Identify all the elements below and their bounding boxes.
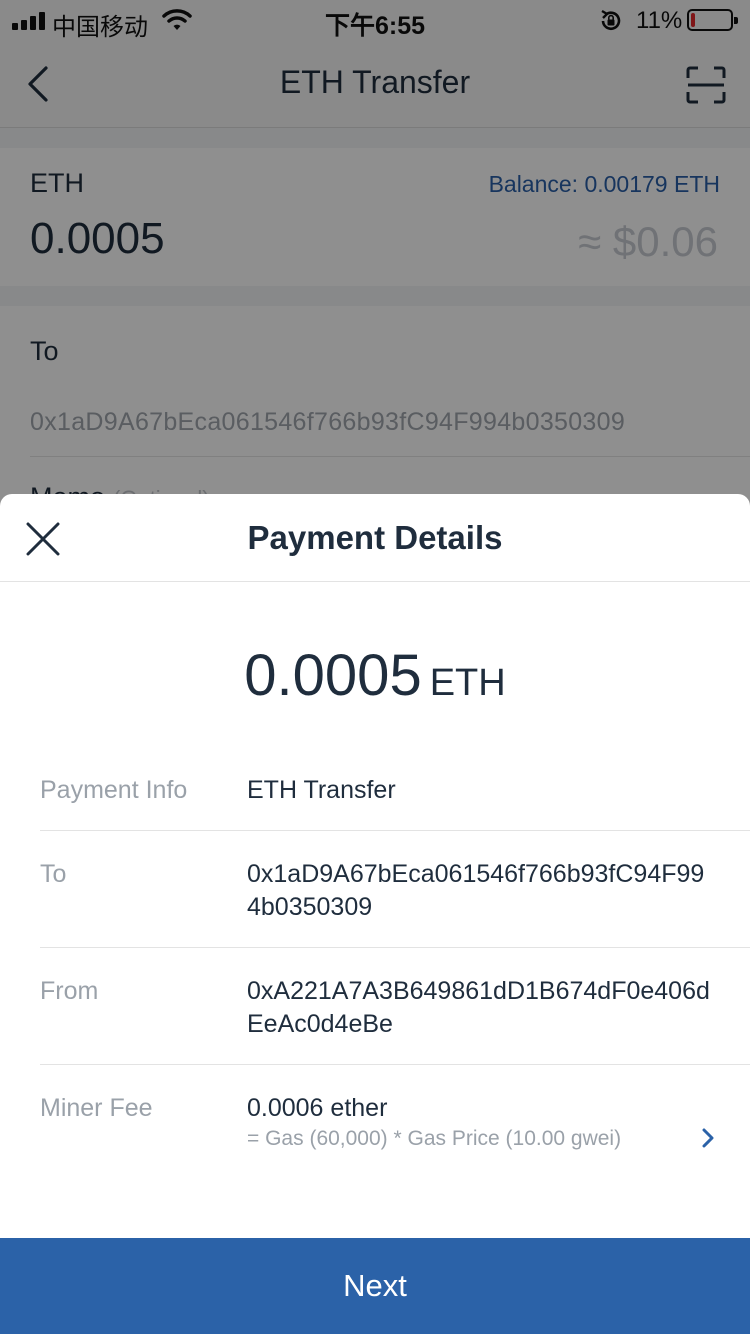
sheet-header: Payment Details [0,494,750,582]
payment-info-label: Payment Info [40,776,188,804]
miner-fee-row[interactable]: Miner Fee 0.0006 ether = Gas (60,000) * … [40,1094,750,1194]
sheet-title: Payment Details [247,519,503,556]
miner-fee-value: 0.0006 ether [247,1094,388,1122]
payment-amount-unit: ETH [429,662,506,704]
payment-info-row: Payment Info ETH Transfer [40,776,750,832]
payment-info-value: ETH Transfer [247,776,396,804]
chevron-right-icon[interactable] [698,1124,718,1152]
from-row-label: From [40,977,99,1005]
miner-fee-formula: = Gas (60,000) * Gas Price (10.00 gwei) [247,1127,622,1150]
to-row-address: 0x1aD9A67bEca061546f766b93fC94F994b03503… [247,860,705,921]
payment-details-sheet: Payment Details 0.0005 ETH Payment Info E… [0,494,750,1334]
divider [40,830,750,831]
to-row-label: To [40,860,67,888]
from-row-address: 0xA221A7A3B649861dD1B674dF0e406dEeAc0d4e… [247,977,710,1038]
payment-amount-value: 0.0005 [244,643,422,708]
divider [40,947,750,948]
to-row: To 0x1aD9A67bEca061546f766b93fC94F994b03… [40,860,750,948]
divider [40,1064,750,1065]
next-button[interactable]: Next [0,1238,750,1334]
payment-amount: 0.0005 ETH [0,642,750,709]
miner-fee-label: Miner Fee [40,1094,153,1122]
from-row: From 0xA221A7A3B649861dD1B674dF0e406dEeA… [40,977,750,1065]
